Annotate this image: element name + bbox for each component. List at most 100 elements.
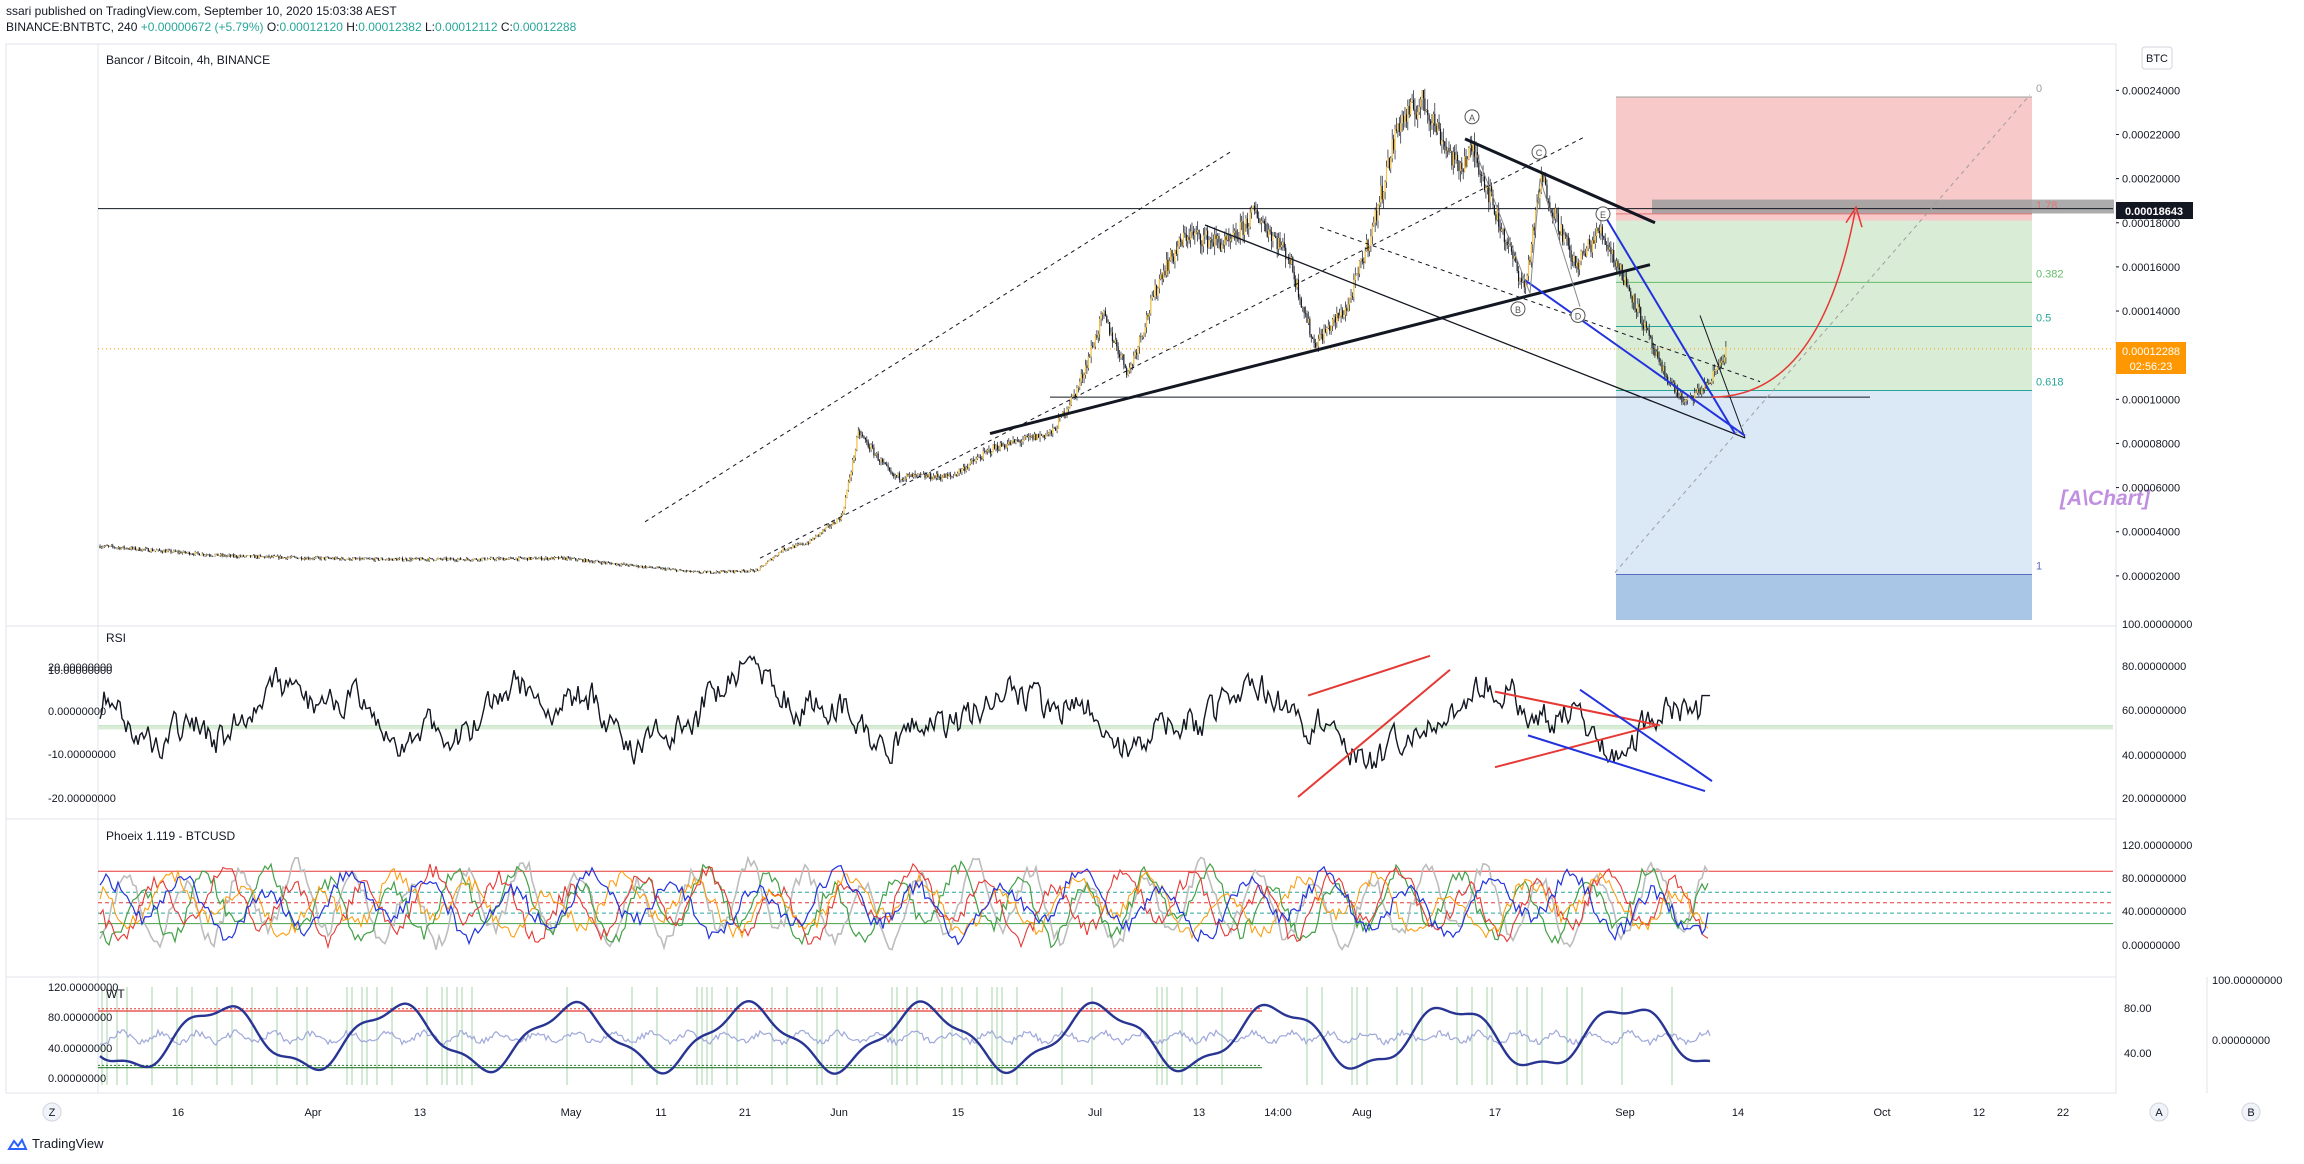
candle-body (318, 556, 320, 558)
candle-body (830, 525, 832, 527)
candle-body (1677, 389, 1679, 397)
candle-body (349, 557, 351, 561)
candle-body (268, 555, 270, 558)
candle-body (1366, 239, 1368, 252)
candle-body (1334, 316, 1336, 323)
candle-body (1576, 262, 1578, 267)
candle-body (1411, 99, 1413, 102)
time-tick-label: Jun (830, 1107, 848, 1119)
candle-body (1109, 322, 1111, 335)
candle-body (144, 548, 147, 550)
candle-body (437, 558, 439, 560)
chart-canvas[interactable]: 0 1.78 0.382 0.5 0.618 1 A B C D E Bancor / Bitco… (0, 0, 2304, 1164)
candle-body (1349, 297, 1351, 305)
candle-body (623, 563, 625, 565)
candle-body (854, 449, 857, 458)
candle-body (1246, 218, 1248, 229)
candle-body (971, 460, 973, 461)
candle-body (173, 550, 175, 553)
candle-body (1681, 392, 1683, 403)
candle-body (758, 569, 760, 571)
candle-body (629, 564, 631, 566)
candle-body (785, 549, 787, 551)
candle-body (692, 571, 695, 572)
candle-body (143, 548, 145, 550)
candle-body (360, 558, 362, 560)
candle-body (1715, 370, 1717, 371)
candle-body (719, 570, 722, 573)
candle-body (1319, 333, 1321, 339)
candle-body (1032, 435, 1034, 440)
candle-body (748, 570, 750, 572)
candle-body (264, 556, 266, 558)
candle-body (1451, 151, 1453, 166)
candle-body (477, 559, 479, 561)
phoenix-green-line (99, 860, 1709, 949)
candle-body (829, 524, 831, 527)
rsi-axes[interactable]: 20.00000000 10.00000000 0.00000000 -10.0000… (48, 619, 2192, 805)
candle-body (707, 571, 709, 573)
candle-body (1015, 440, 1017, 443)
phoenix-tick: 40.00000000 (2122, 906, 2186, 918)
candle-body (266, 555, 269, 557)
wt-axes[interactable]: 120.00000000 80.00000000 40.00000000 0.0000… (48, 975, 2282, 1085)
candle-body (1500, 229, 1503, 232)
candle-body (1378, 202, 1381, 206)
candle-body (231, 554, 233, 557)
tradingview-logo[interactable]: TradingView (6, 1136, 104, 1151)
candle-body (1120, 355, 1122, 358)
candle-body (1121, 354, 1123, 356)
candle-body (377, 558, 379, 561)
candle-body (484, 557, 486, 561)
wt-outer-tick: 0.00000000 (2212, 1035, 2270, 1047)
candle-body (647, 566, 649, 568)
price-tick-label: 0.00016000 (2122, 262, 2180, 274)
candle-body (396, 558, 398, 561)
wave-label: E (1600, 210, 1606, 220)
candle-body (491, 557, 493, 559)
candle-body (133, 547, 135, 549)
candle-body (1368, 245, 1371, 251)
candle-body (184, 551, 186, 553)
candle-body (569, 557, 571, 560)
candle-body (1025, 435, 1027, 437)
candle-body (1302, 307, 1304, 308)
candle-body (340, 557, 342, 560)
candle-body (725, 572, 727, 573)
candle-body (1613, 250, 1615, 263)
phoenix-axis[interactable]: 120.00000000 80.00000000 40.00000000 0.0000… (2122, 840, 2192, 952)
candle-body (778, 552, 780, 556)
candle-body (204, 555, 206, 556)
candle-body (1187, 236, 1189, 241)
candle-body (827, 524, 830, 526)
candle-body (1312, 337, 1314, 339)
candle-body (957, 473, 959, 476)
candle-body (806, 543, 808, 545)
candle-body (1414, 109, 1416, 115)
candle-body (722, 570, 724, 572)
candle-body (1351, 296, 1354, 298)
candle-body (1554, 208, 1557, 219)
candle-body (1050, 430, 1052, 434)
candle-body (394, 558, 396, 559)
candle-body (798, 543, 800, 545)
time-axis[interactable]: 16 Apr 13 May 11 21 Jun 15 Jul 13 14:00 Aug 17 Sep 14 O… (172, 1107, 2069, 1119)
candle-body (417, 557, 419, 559)
candle-body (1516, 261, 1518, 271)
candle-body (1479, 174, 1481, 175)
candle-body (1607, 245, 1609, 250)
candle-body (416, 557, 418, 559)
candle-body (531, 558, 533, 560)
candle-body (576, 559, 578, 561)
candle-body (1461, 162, 1463, 169)
candle-body (663, 568, 665, 569)
candle-body (986, 449, 989, 452)
candle-body (991, 452, 993, 454)
candle-body (372, 558, 374, 560)
time-tick-label: 21 (739, 1107, 751, 1119)
candle-body (887, 465, 889, 468)
candle-body (1148, 313, 1150, 317)
candle-body (1590, 244, 1592, 253)
candle-body (1080, 374, 1082, 382)
candle-body (1642, 325, 1645, 329)
